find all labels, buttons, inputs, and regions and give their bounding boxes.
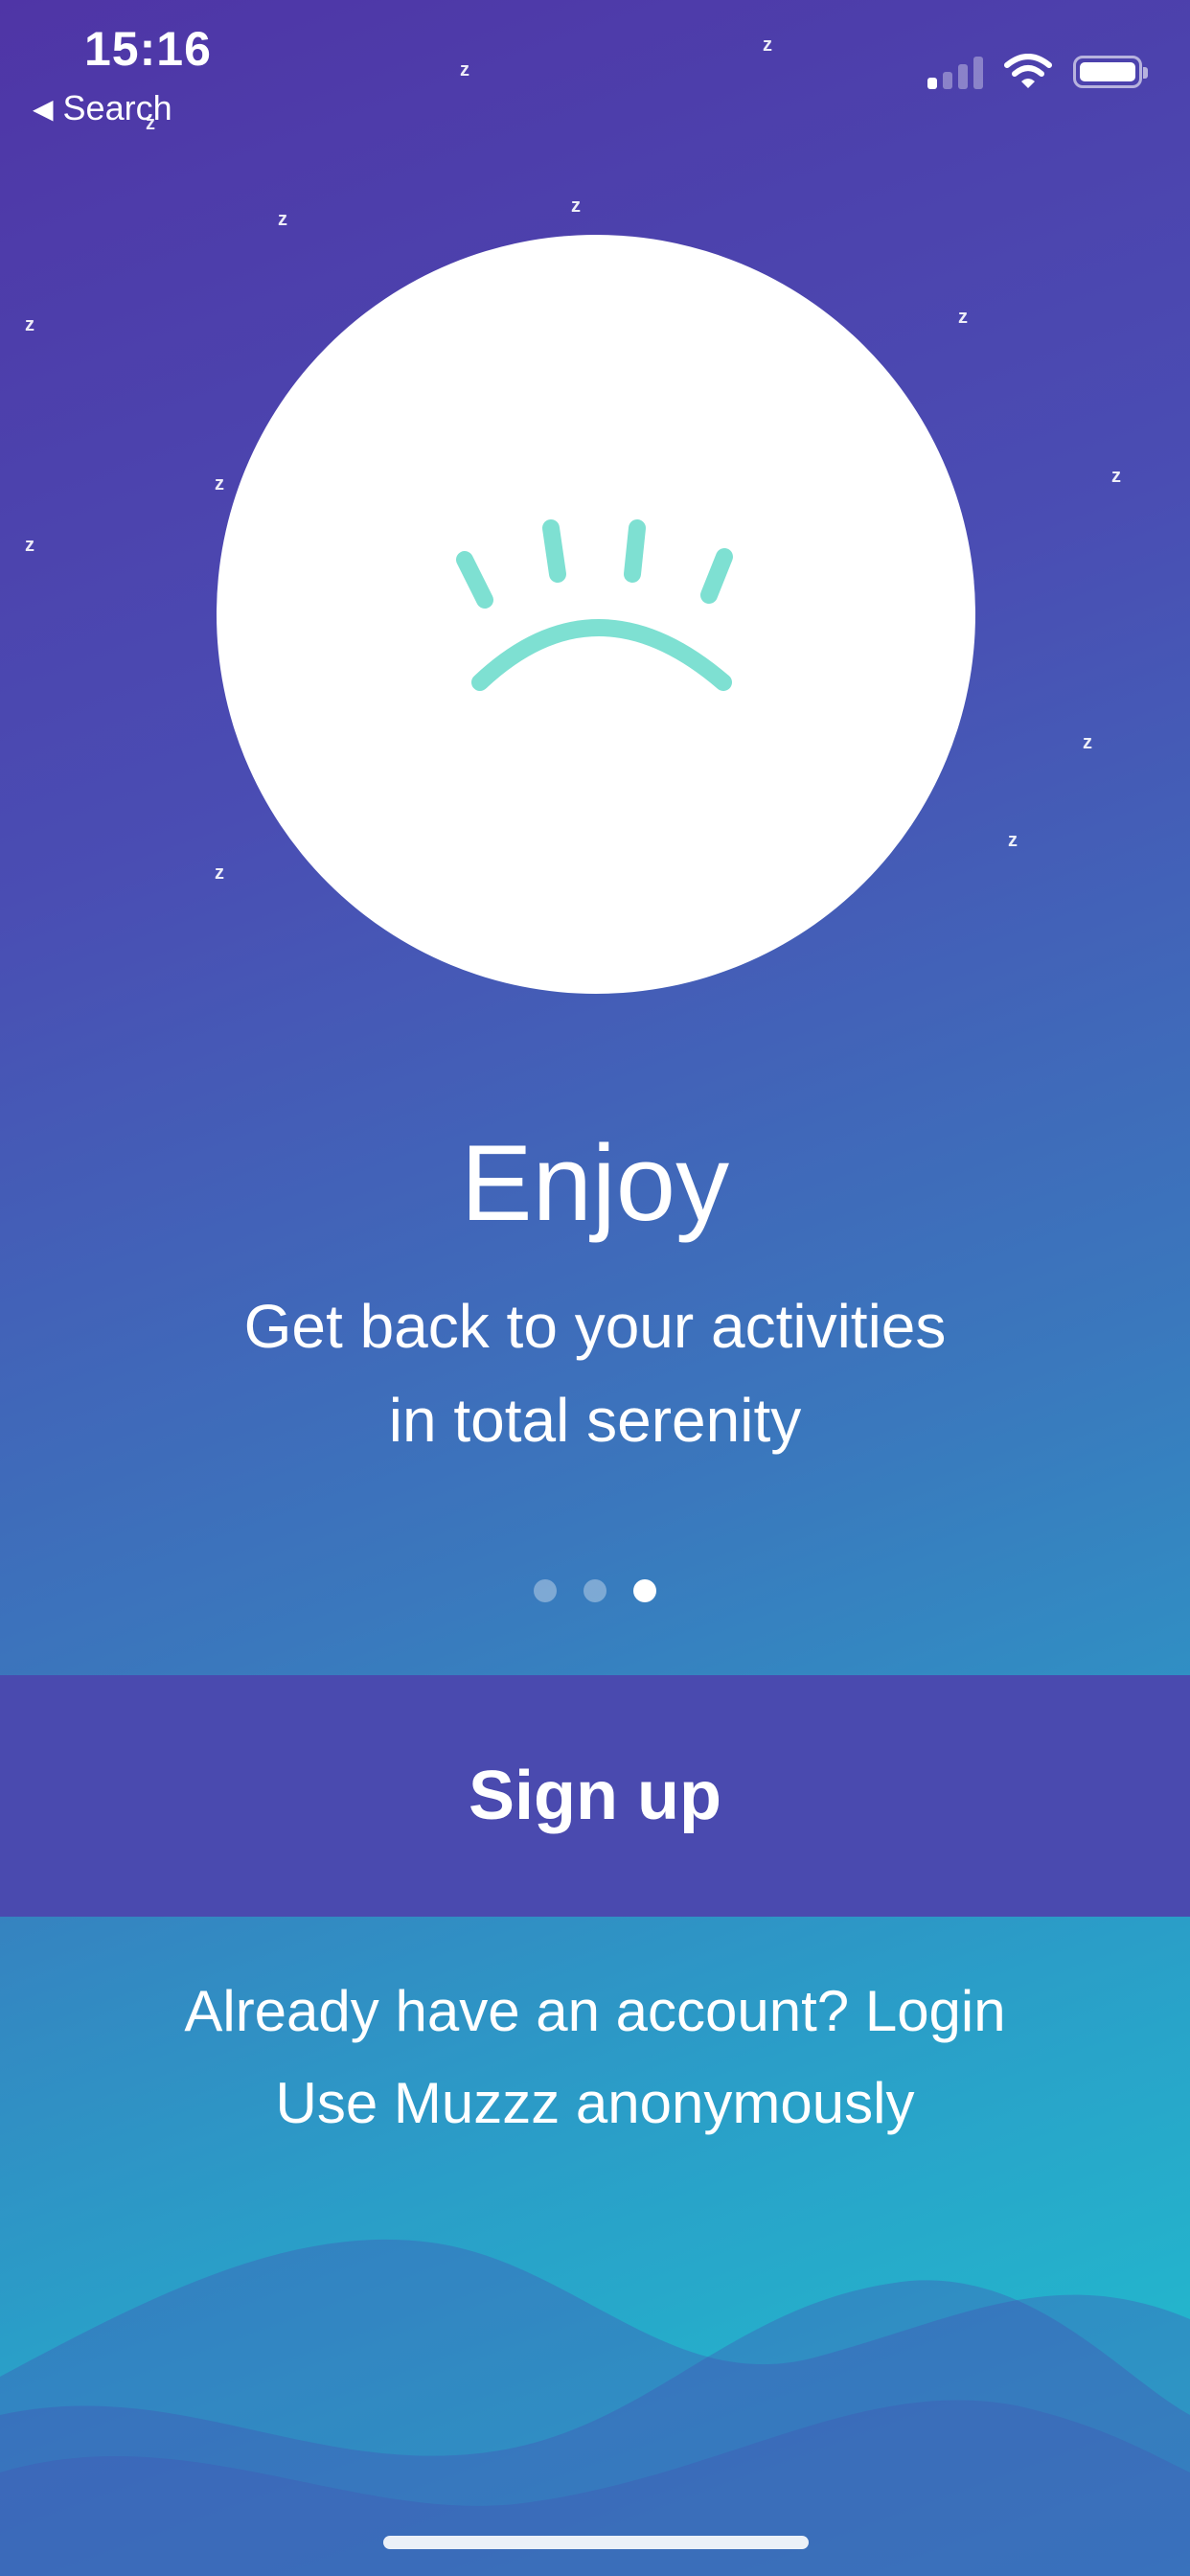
- subtitle-line: Get back to your activities: [243, 1292, 947, 1361]
- back-label: Search: [62, 88, 172, 127]
- page-dot[interactable]: [534, 1579, 557, 1602]
- sleep-z-decoration: z: [25, 314, 34, 335]
- signup-button[interactable]: Sign up: [0, 1675, 1190, 1917]
- page-dot-active[interactable]: [633, 1579, 656, 1602]
- sleep-z-decoration: z: [460, 59, 469, 80]
- status-time: 15:16: [84, 22, 212, 76]
- login-link[interactable]: Already have an account? Login: [0, 1978, 1190, 2044]
- sleep-z-decoration: z: [763, 34, 772, 56]
- cellular-signal-icon: [927, 55, 983, 89]
- wifi-icon: [1004, 54, 1052, 88]
- anonymous-link[interactable]: Use Muzzz anonymously: [0, 2070, 1190, 2136]
- back-triangle-icon: ◀: [33, 93, 54, 124]
- onboarding-screen: 15:16 ◀ Search z z z z z z z z z z z z z: [0, 0, 1190, 2576]
- page-indicator[interactable]: [0, 1579, 1190, 1602]
- subtitle-line: in total serenity: [388, 1386, 802, 1455]
- sleeping-eye-icon: [456, 519, 733, 691]
- wave-decoration: [0, 2239, 1190, 2576]
- sleep-z-decoration: z: [1111, 466, 1121, 487]
- sleep-z-decoration: z: [1008, 830, 1018, 851]
- onboarding-subtitle: Get back to your activities in total ser…: [0, 1279, 1190, 1467]
- home-indicator[interactable]: [383, 2536, 809, 2549]
- onboarding-title: Enjoy: [460, 1123, 730, 1243]
- battery-icon: [1073, 56, 1148, 88]
- sleep-z-decoration: z: [146, 113, 155, 134]
- sleep-z-decoration: z: [278, 209, 287, 230]
- sleep-z-decoration: z: [571, 196, 581, 217]
- sleep-z-decoration: z: [25, 535, 34, 556]
- status-icons: [927, 54, 1148, 90]
- sleep-z-decoration: z: [1083, 732, 1092, 753]
- illustration-circle: [217, 235, 975, 994]
- page-dot[interactable]: [584, 1579, 606, 1602]
